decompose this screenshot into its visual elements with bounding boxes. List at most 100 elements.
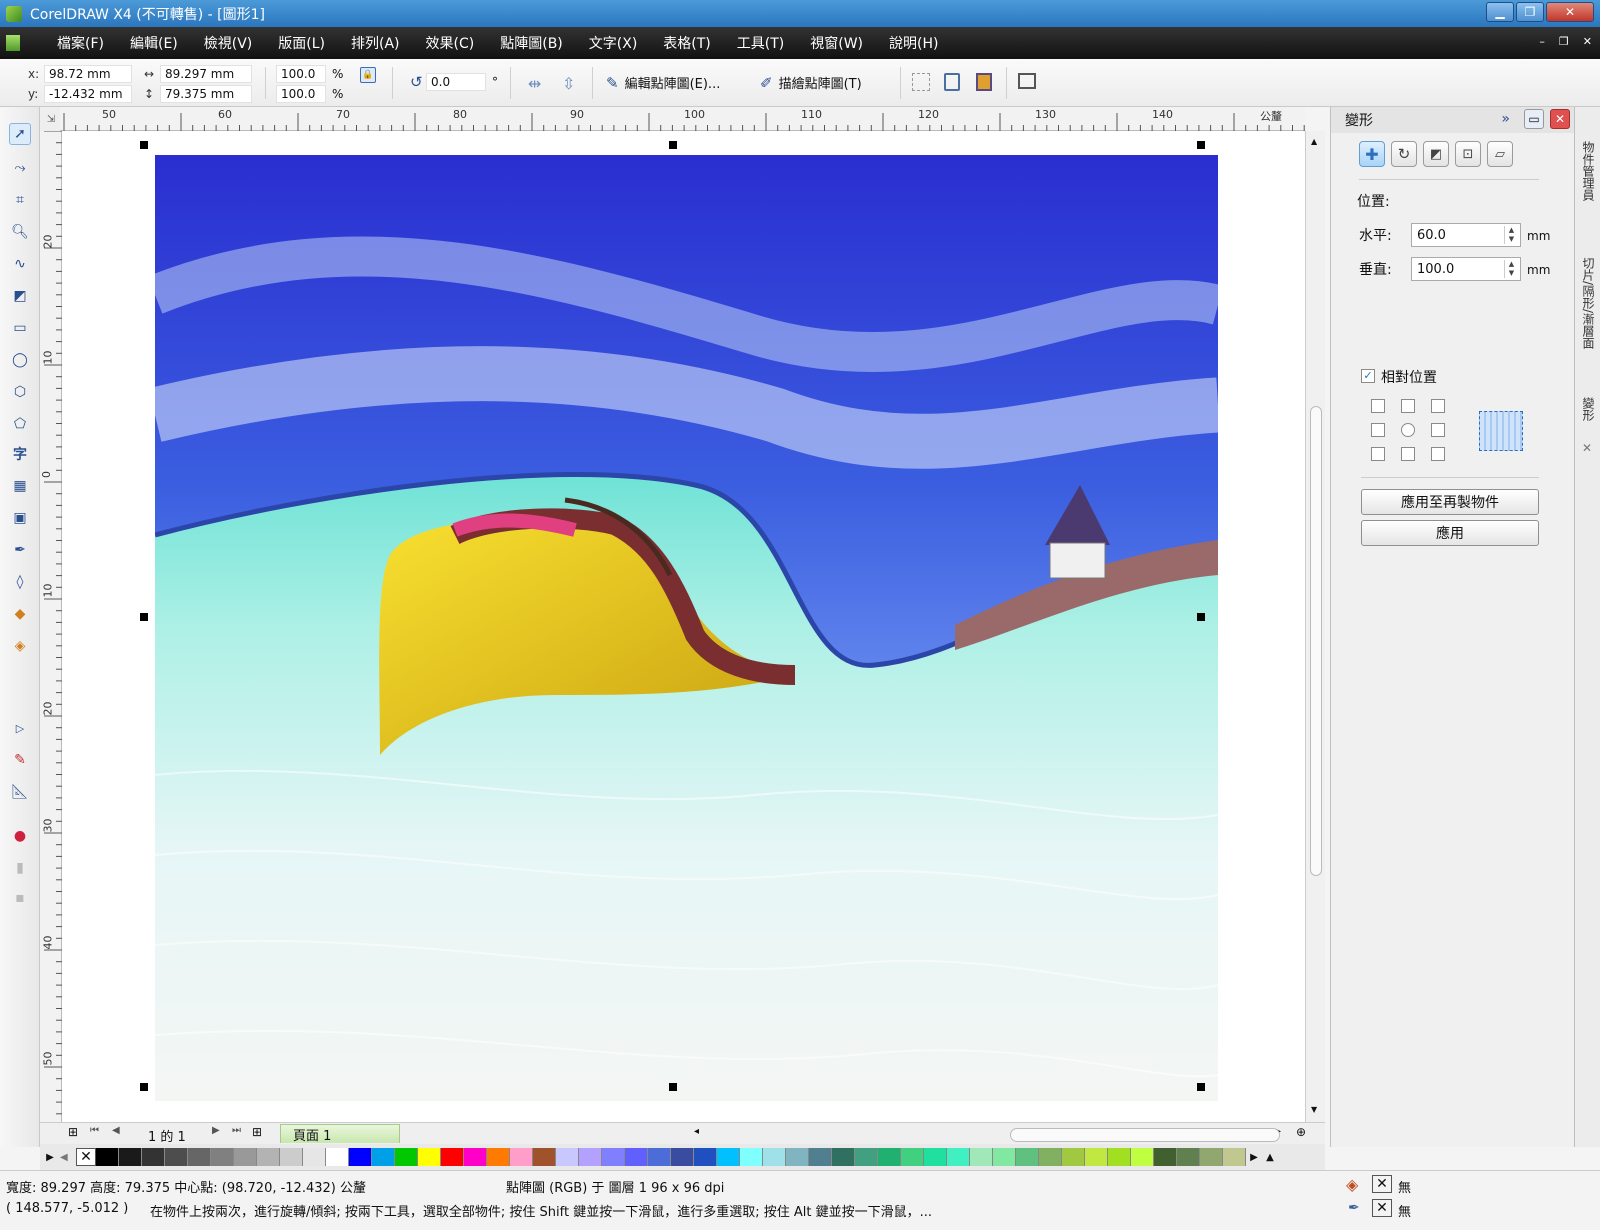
color-swatch[interactable] [1154, 1148, 1177, 1166]
color-swatch[interactable] [809, 1148, 832, 1166]
menu-help[interactable]: 說明(H) [876, 33, 951, 53]
color-swatch[interactable] [1131, 1148, 1154, 1166]
color-swatch[interactable] [96, 1148, 119, 1166]
color-swatch[interactable] [533, 1148, 556, 1166]
color-swatch[interactable] [142, 1148, 165, 1166]
fill-none-icon[interactable]: ✕ [1372, 1175, 1392, 1193]
apply-to-duplicate-button[interactable]: 應用至再製物件 [1361, 489, 1539, 515]
anchor-bottom-center[interactable] [1401, 447, 1415, 461]
add-page-after-icon[interactable]: ⊞ [252, 1125, 262, 1139]
eyedropper-tool-icon[interactable]: ✒ [9, 539, 31, 561]
skew-transform-button[interactable]: ▱ [1487, 141, 1513, 167]
shape-tool-icon[interactable]: ⤳ [9, 157, 31, 179]
color-swatch[interactable] [694, 1148, 717, 1166]
color-swatch[interactable] [464, 1148, 487, 1166]
anchor-bottom-left[interactable] [1371, 447, 1385, 461]
color-swatch[interactable] [188, 1148, 211, 1166]
color-swatch[interactable] [878, 1148, 901, 1166]
color-swatch[interactable] [855, 1148, 878, 1166]
outline-tool-icon[interactable]: ◊ [9, 571, 31, 593]
scale-height-field[interactable]: 100.0 [276, 85, 326, 103]
color-swatch[interactable] [671, 1148, 694, 1166]
size-transform-button[interactable]: ⊡ [1455, 141, 1481, 167]
expand-toolbox-icon[interactable]: ▷ [9, 717, 31, 739]
color-swatch[interactable] [970, 1148, 993, 1166]
menu-file[interactable]: 檔案(F) [44, 33, 117, 53]
document-icon[interactable] [6, 35, 20, 51]
menu-edit[interactable]: 編輯(E) [117, 33, 191, 53]
menu-bitmaps[interactable]: 點陣圖(B) [487, 33, 576, 53]
freehand-tool-icon[interactable]: ∿ [9, 253, 31, 275]
table-tool-icon[interactable]: ▦ [9, 475, 31, 497]
doc-minimize-button[interactable]: – [1539, 35, 1545, 48]
menu-view[interactable]: 檢視(V) [191, 33, 266, 53]
color-swatch[interactable] [1223, 1148, 1246, 1166]
anchor-center[interactable] [1401, 423, 1415, 437]
zoom-tool-icon[interactable]: 🔍︎ [9, 221, 31, 243]
vertical-scroll-thumb[interactable] [1310, 406, 1322, 876]
color-swatch[interactable] [510, 1148, 533, 1166]
docker-tab-shaping[interactable]: 切片/隔形/漸層面 [1579, 257, 1597, 349]
color-swatch[interactable] [211, 1148, 234, 1166]
edit-bitmap-button[interactable]: ✎ 編輯點陣圖(E)... [606, 73, 720, 93]
color-swatch[interactable] [717, 1148, 740, 1166]
menu-layout[interactable]: 版面(L) [265, 33, 338, 53]
scale-mirror-transform-button[interactable]: ◩ [1423, 141, 1449, 167]
docker-minimize-button[interactable]: ▭ [1524, 109, 1544, 129]
anchor-middle-left[interactable] [1371, 423, 1385, 437]
docker-expand-icon[interactable]: » [1501, 111, 1510, 127]
palette-scroll-left-icon[interactable]: ◀ [60, 1152, 76, 1163]
width-field[interactable]: 89.297 mm [160, 65, 252, 83]
apply-button[interactable]: 應用 [1361, 520, 1539, 546]
color-swatch[interactable] [487, 1148, 510, 1166]
last-page-icon[interactable]: ⏭ [232, 1125, 241, 1136]
horizontal-scrollbar[interactable] [1010, 1128, 1280, 1142]
color-swatch[interactable] [441, 1148, 464, 1166]
color-tool-icon[interactable]: ✎ [9, 749, 31, 771]
color-swatch[interactable] [326, 1148, 349, 1166]
interactive-blend-tool-icon[interactable]: ▣ [9, 507, 31, 529]
rotate-transform-button[interactable]: ↻ [1391, 141, 1417, 167]
horizontal-ruler[interactable]: 50 60 70 80 90 100 110 120 130 140 公釐 [60, 107, 1305, 131]
x-position-field[interactable]: 98.72 mm [44, 65, 132, 83]
crop-bitmap-icon[interactable] [912, 73, 930, 91]
doc-restore-button[interactable]: ❐ [1559, 35, 1569, 48]
selection-handle[interactable] [669, 141, 677, 149]
color-swatch[interactable] [763, 1148, 786, 1166]
vertical-position-input[interactable]: 100.0 ▲ ▼ [1411, 257, 1521, 281]
menu-window[interactable]: 視窗(W) [797, 33, 876, 53]
selection-handle[interactable] [140, 141, 148, 149]
lock-ratio-icon[interactable]: 🔒 [360, 67, 376, 83]
drawing-canvas[interactable] [62, 131, 1305, 1122]
anchor-top-left[interactable] [1371, 399, 1385, 413]
text-tool-icon[interactable]: 字 [9, 443, 31, 465]
color-swatch[interactable] [625, 1148, 648, 1166]
polygon-tool-icon[interactable]: ⬡ [9, 381, 31, 403]
color-swatch[interactable] [1108, 1148, 1131, 1166]
fill-tool-icon[interactable]: ◆ [9, 603, 31, 625]
scroll-left-icon[interactable]: ◂ [694, 1126, 699, 1137]
smart-fill-tool-icon[interactable]: ◩ [9, 285, 31, 307]
scale-width-field[interactable]: 100.0 [276, 65, 326, 83]
docker-tab-object-manager[interactable]: 物件管理員 [1579, 141, 1597, 201]
ellipse-tool-icon[interactable]: ◯ [9, 349, 31, 371]
menu-tools[interactable]: 工具(T) [724, 33, 797, 53]
position-transform-button[interactable]: ✚ [1359, 141, 1385, 167]
mirror-horizontal-icon[interactable]: ⇹ [528, 74, 541, 93]
docker-tab-close-icon[interactable]: ✕ [1582, 441, 1592, 455]
scroll-up-icon[interactable]: ▲ [1311, 137, 1317, 146]
height-field[interactable]: 79.375 mm [160, 85, 252, 103]
color-swatch[interactable] [947, 1148, 970, 1166]
mirror-vertical-icon[interactable]: ⇳ [562, 74, 575, 93]
palette-menu-icon[interactable]: ▶ [40, 1152, 60, 1163]
outline-none-icon[interactable]: ✕ [1372, 1199, 1392, 1217]
vertical-ruler[interactable]: 20 10 0 10 20 30 40 50 [40, 131, 62, 1122]
docker-close-button[interactable]: ✕ [1550, 109, 1570, 129]
menu-text[interactable]: 文字(X) [576, 33, 651, 53]
color-swatch[interactable] [648, 1148, 671, 1166]
docker-tab-transformation[interactable]: 變形 [1579, 397, 1597, 421]
y-position-field[interactable]: -12.432 mm [44, 85, 132, 103]
anchor-bottom-right[interactable] [1431, 447, 1445, 461]
color-swatch[interactable] [740, 1148, 763, 1166]
selection-handle[interactable] [1197, 613, 1205, 621]
